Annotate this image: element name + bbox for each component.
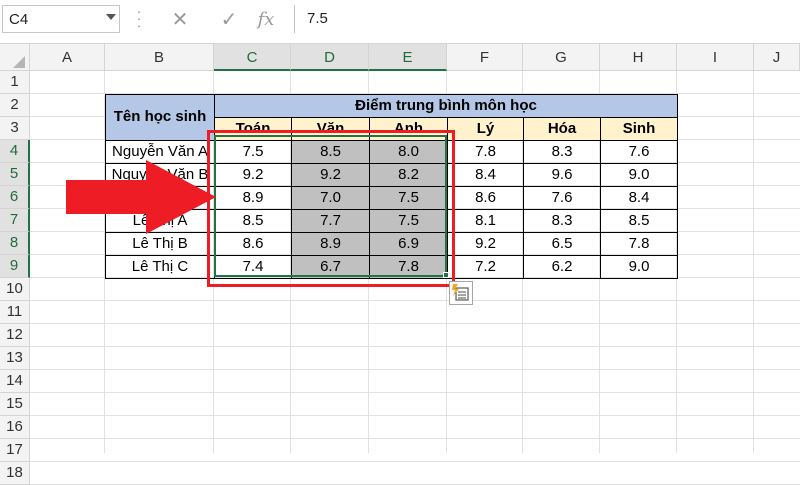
select-all-icon: [13, 56, 25, 68]
row-header-9[interactable]: 9: [0, 255, 30, 278]
column-header-j[interactable]: J: [754, 44, 800, 71]
column-header-a[interactable]: A: [30, 44, 105, 71]
row-header-1[interactable]: 1: [0, 71, 30, 94]
row-header-4[interactable]: 4: [0, 140, 30, 163]
row-header-8[interactable]: 8: [0, 232, 30, 255]
score-cell[interactable]: 7.8: [600, 232, 678, 256]
column-header-d[interactable]: D: [291, 44, 369, 71]
student-name-cell[interactable]: Lê Thị C: [105, 255, 215, 279]
row-header-7[interactable]: 7: [0, 209, 30, 232]
score-cell[interactable]: 8.1: [447, 209, 524, 233]
row-header-11[interactable]: 11: [0, 301, 30, 324]
gridline-horizontal: [30, 461, 800, 462]
column-header-h[interactable]: H: [600, 44, 677, 71]
highlight-box: [207, 130, 455, 287]
insert-function-icon[interactable]: fx: [251, 6, 281, 34]
gridline-horizontal: [30, 323, 800, 324]
score-cell[interactable]: 6.5: [523, 232, 601, 256]
gridline-vertical: [753, 71, 754, 453]
score-cell[interactable]: 7.6: [600, 140, 678, 164]
header-subject[interactable]: Lý: [447, 117, 524, 141]
score-cell[interactable]: 9.0: [600, 163, 678, 187]
gridline-horizontal: [30, 300, 800, 301]
row-header-6[interactable]: 6: [0, 186, 30, 209]
header-student-name[interactable]: Tên học sinh: [105, 94, 215, 141]
row-header-18[interactable]: 18: [0, 462, 30, 485]
score-cell[interactable]: 7.6: [523, 186, 601, 210]
row-header-16[interactable]: 16: [0, 416, 30, 439]
row-header-5[interactable]: 5: [0, 163, 30, 186]
row-header-15[interactable]: 15: [0, 393, 30, 416]
score-cell[interactable]: 9.6: [523, 163, 601, 187]
row-header-10[interactable]: 10: [0, 278, 30, 301]
score-cell[interactable]: 8.4: [447, 163, 524, 187]
score-cell[interactable]: 9.0: [600, 255, 678, 279]
row-header-3[interactable]: 3: [0, 117, 30, 140]
red-arrow-icon: [66, 160, 216, 234]
gridline-horizontal: [30, 415, 800, 416]
formula-input[interactable]: 7.5: [294, 5, 800, 33]
gridline-horizontal: [30, 346, 800, 347]
name-box[interactable]: C4: [2, 5, 120, 33]
gridline-horizontal: [30, 438, 800, 439]
cancel-icon[interactable]: ✕: [165, 6, 195, 34]
score-cell[interactable]: 7.2: [447, 255, 524, 279]
student-name-cell[interactable]: Lê Thị B: [105, 232, 215, 256]
chevron-down-icon[interactable]: [106, 14, 116, 20]
column-header-b[interactable]: B: [105, 44, 214, 71]
header-average-scores[interactable]: Điểm trung bình môn học: [214, 94, 678, 118]
row-header-2[interactable]: 2: [0, 94, 30, 117]
row-header-13[interactable]: 13: [0, 347, 30, 370]
row-header-17[interactable]: 17: [0, 439, 30, 462]
column-header-c[interactable]: C: [214, 44, 291, 71]
score-cell[interactable]: 8.3: [523, 140, 601, 164]
score-cell[interactable]: 7.8: [447, 140, 524, 164]
quick-analysis-icon[interactable]: [449, 281, 473, 305]
score-cell[interactable]: 8.6: [447, 186, 524, 210]
score-cell[interactable]: 8.3: [523, 209, 601, 233]
header-subject[interactable]: Sinh: [600, 117, 678, 141]
column-header-f[interactable]: F: [447, 44, 523, 71]
header-subject[interactable]: Hóa: [523, 117, 601, 141]
column-header-i[interactable]: I: [677, 44, 754, 71]
enter-icon[interactable]: ✓: [214, 6, 244, 34]
row-header-12[interactable]: 12: [0, 324, 30, 347]
score-cell[interactable]: 6.2: [523, 255, 601, 279]
gridline-horizontal: [30, 369, 800, 370]
score-cell[interactable]: 8.5: [600, 209, 678, 233]
column-header-e[interactable]: E: [369, 44, 447, 71]
column-header-g[interactable]: G: [523, 44, 600, 71]
row-header-14[interactable]: 14: [0, 370, 30, 393]
score-cell[interactable]: 8.4: [600, 186, 678, 210]
score-cell[interactable]: 9.2: [447, 232, 524, 256]
more-options-icon[interactable]: · · ·: [134, 4, 144, 32]
gridline-horizontal: [30, 392, 800, 393]
